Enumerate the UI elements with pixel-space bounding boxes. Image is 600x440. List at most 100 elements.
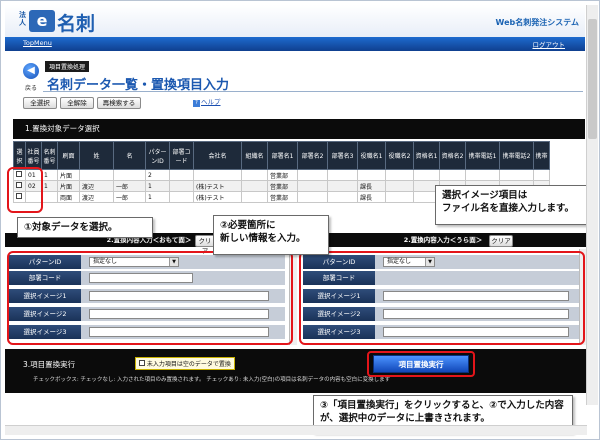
- table-cell: 片面: [57, 180, 80, 192]
- callout-input-info: ②必要箇所に 新しい情報を入力。: [213, 215, 329, 255]
- table-cell: [385, 191, 414, 203]
- page-vertical-scrollbar[interactable]: [586, 5, 598, 405]
- col-qual1[interactable]: 資格名1: [413, 141, 440, 170]
- app-header: 法人 e 名刺 Web名刺発注システム: [5, 5, 585, 37]
- table-cell: [327, 169, 358, 181]
- table-cell: [297, 180, 328, 192]
- table-cell: [385, 169, 414, 181]
- table-cell: 課長: [357, 191, 386, 203]
- table-cell: [241, 180, 268, 192]
- callout-select-data: ①対象データを選択。: [17, 217, 153, 238]
- col-card-no[interactable]: 名刺番号: [41, 141, 58, 170]
- table-cell: [241, 191, 268, 203]
- col-employee-no[interactable]: 社員番号: [25, 141, 42, 170]
- table-cell: [169, 180, 194, 192]
- empty-replace-label: 未入力項目は空のデータで置換: [146, 361, 231, 368]
- help-label: ヘルプ: [201, 98, 221, 106]
- callout-input-info-line2: 新しい情報を入力。: [220, 233, 306, 244]
- col-pattern-id[interactable]: パターンID: [145, 141, 170, 170]
- col-company[interactable]: 会社名: [193, 141, 242, 170]
- scrollbar-thumb[interactable]: [588, 19, 597, 139]
- highlight-row-checkboxes: [7, 167, 43, 213]
- table-cell: 1: [41, 180, 58, 192]
- deselect-all-button[interactable]: 全解除: [60, 97, 94, 109]
- section1-title: 1.置換対象データ選択: [25, 124, 100, 133]
- top-menu-link[interactable]: TopMenu: [23, 39, 52, 47]
- system-title: Web名刺発注システム: [495, 18, 579, 27]
- table-cell: (株)テスト: [193, 180, 242, 192]
- table-cell: [357, 169, 386, 181]
- table-cell: [297, 169, 328, 181]
- table-cell: 一郎: [113, 191, 146, 203]
- col-mobile2[interactable]: 携帯電話2: [499, 141, 534, 170]
- back-arrow-icon[interactable]: ◀: [23, 63, 39, 79]
- logo-text: 名刺: [57, 13, 96, 35]
- highlight-front-panel: [7, 251, 293, 345]
- callout-image-line2: ファイル名を直接入力します。: [442, 203, 575, 214]
- table-cell: [241, 169, 268, 181]
- table-cell: 渡辺: [79, 191, 114, 203]
- table-cell: 渡辺: [79, 180, 114, 192]
- table-cell: [169, 191, 194, 203]
- research-button[interactable]: 再検索する: [97, 97, 141, 109]
- table-cell: [439, 169, 466, 181]
- select-all-button[interactable]: 全選択: [23, 97, 57, 109]
- table-cell: [41, 191, 58, 203]
- back-panel-title-text: 2.置換内容入力＜うら面＞: [403, 236, 483, 244]
- table-cell: [327, 180, 358, 192]
- col-side[interactable]: 刷面: [57, 141, 80, 170]
- col-qual2[interactable]: 資格名2: [439, 141, 466, 170]
- highlight-back-panel: [299, 251, 585, 345]
- col-title1[interactable]: 役職名1: [357, 141, 386, 170]
- col-title2[interactable]: 役職名2: [385, 141, 414, 170]
- table-cell: [297, 191, 328, 203]
- callout-image-line1: 選択イメージ項目は: [442, 190, 528, 201]
- table-cell: 1: [41, 169, 58, 181]
- col-mobile3[interactable]: 携帯: [533, 141, 550, 170]
- col-dept2[interactable]: 部署名2: [297, 141, 328, 170]
- callout-execute-line1: ③「項目置換実行」をクリックすると、②で入力した内容: [320, 400, 564, 411]
- section1-header: 1.置換対象データ選択: [13, 119, 585, 139]
- col-dept1[interactable]: 部署名1: [267, 141, 298, 170]
- table-cell: [327, 191, 358, 203]
- logo-prefix: 法人: [19, 11, 26, 27]
- browser-window: 法人 e 名刺 Web名刺発注システム TopMenu ログアウト ◀ 戻る 項…: [0, 0, 600, 440]
- back-label[interactable]: 戻る: [25, 83, 37, 92]
- back-clear-button[interactable]: クリア: [489, 235, 513, 247]
- back-panel-title: 2.置換内容入力＜うら面＞: [299, 233, 587, 247]
- highlight-exec-button: [367, 351, 475, 377]
- empty-replace-option[interactable]: 未入力項目は空のデータで置換: [135, 357, 235, 370]
- callout-select-data-text: ①対象データを選択。: [24, 222, 118, 233]
- nav-bar: TopMenu ログアウト: [5, 37, 585, 51]
- callout-image-filename: 選択イメージ項目は ファイル名を直接入力します。: [435, 185, 589, 225]
- breadcrumb: 項目置換処理: [45, 61, 90, 72]
- table-cell: [193, 169, 242, 181]
- col-first-name[interactable]: 名: [113, 141, 146, 170]
- table-row[interactable]: 01 1 片面 2 営業部: [13, 169, 550, 181]
- table-cell: 両面: [57, 191, 80, 203]
- page-horizontal-scrollbar[interactable]: [5, 425, 587, 435]
- callout-execute-line2: が、選択中のデータに上書きされます。: [320, 413, 490, 424]
- col-dept-code[interactable]: 部署コード: [169, 141, 194, 170]
- col-last-name[interactable]: 姓: [79, 141, 114, 170]
- help-icon: ?: [193, 100, 200, 107]
- col-mobile1[interactable]: 携帯電話1: [465, 141, 500, 170]
- front-clear-button[interactable]: クリア: [195, 235, 215, 255]
- table-cell: [385, 180, 414, 192]
- col-dept3[interactable]: 部署名3: [327, 141, 358, 170]
- section3-note: チェックボックス: チェックなし: 入力された項目のみ置換されます。 チェックあ…: [33, 377, 391, 383]
- table-cell: [169, 169, 194, 181]
- table-cell: 2: [145, 169, 170, 181]
- logout-link[interactable]: ログアウト: [533, 39, 566, 49]
- table-cell: [499, 169, 534, 181]
- table-cell: [79, 169, 114, 181]
- help-link[interactable]: ? ヘルプ: [193, 96, 221, 107]
- table-cell: 一郎: [113, 180, 146, 192]
- empty-replace-checkbox[interactable]: [139, 360, 145, 366]
- table-cell: [533, 169, 550, 181]
- col-select: 選択: [13, 141, 26, 170]
- table-cell: [413, 169, 440, 181]
- col-org[interactable]: 組織名: [241, 141, 268, 170]
- table-cell: 営業部: [267, 169, 298, 181]
- logo-mark: e: [29, 10, 55, 32]
